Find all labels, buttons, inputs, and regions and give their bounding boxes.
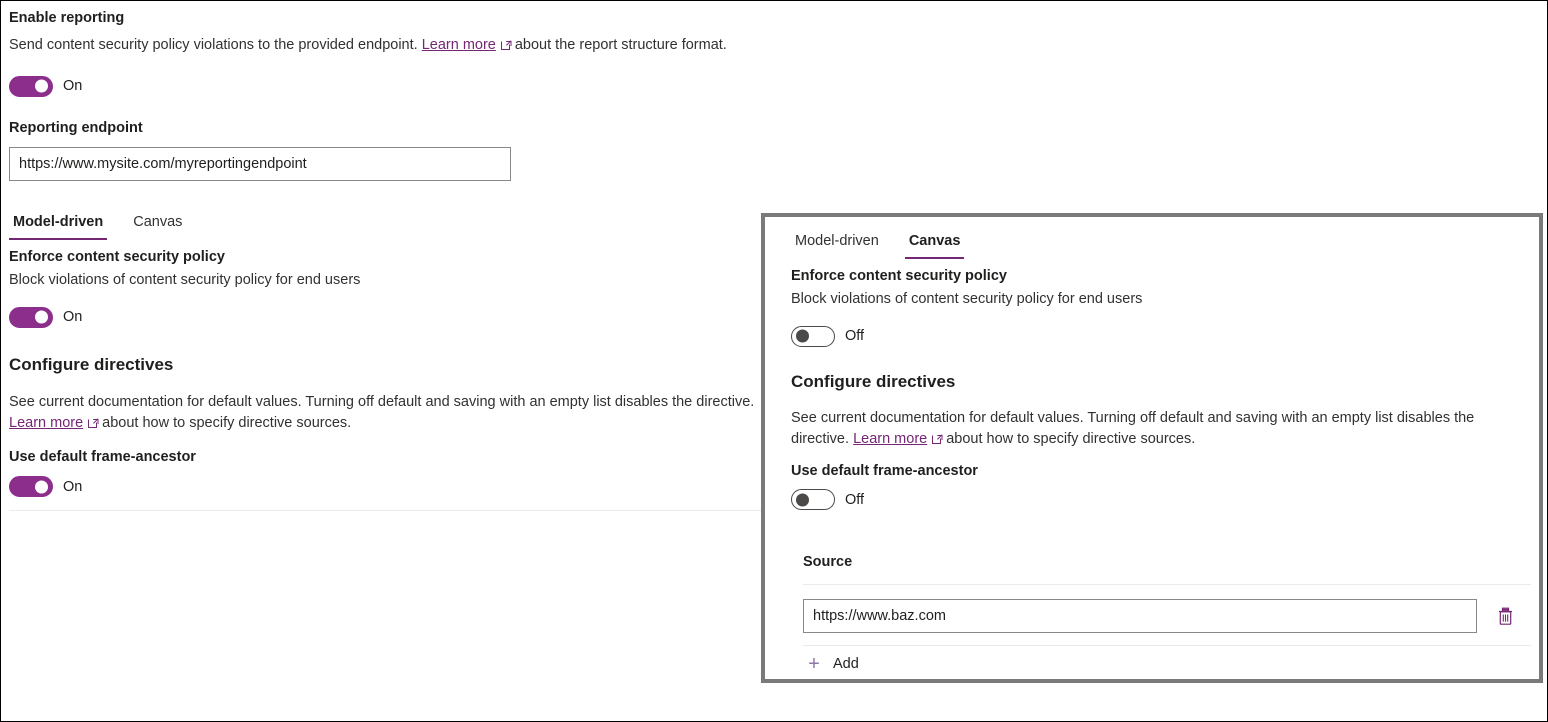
- source-row: [803, 599, 1523, 633]
- base-panel-divider: [9, 510, 773, 511]
- configure-directives-heading: Configure directives: [9, 354, 781, 376]
- tab-model-driven[interactable]: Model-driven: [9, 212, 107, 240]
- overlay-tab-canvas[interactable]: Canvas: [905, 231, 965, 259]
- configure-directives-description: See current documentation for default va…: [9, 392, 761, 434]
- toggle-thumb: [35, 480, 48, 493]
- toggle-thumb: [35, 80, 48, 93]
- overlay-frame-ancestor-toggle-row[interactable]: Off: [791, 489, 1523, 510]
- external-link-icon: [932, 433, 943, 444]
- external-link-icon: [88, 417, 99, 428]
- reporting-endpoint-label: Reporting endpoint: [9, 119, 781, 139]
- canvas-tab-callout-inner: Model-driven Canvas Enforce content secu…: [765, 217, 1539, 679]
- add-source-label: Add: [833, 656, 859, 672]
- overlay-configure-directives-section: Configure directives See current documen…: [791, 371, 1523, 450]
- overlay-enforce-csp-label: Enforce content security policy: [791, 267, 1523, 287]
- overlay-configure-directives-description-part2: about how to specify directive sources.: [946, 431, 1195, 447]
- enforce-csp-description: Block violations of content security pol…: [9, 270, 761, 291]
- learn-more-link-reporting[interactable]: Learn more: [422, 37, 496, 53]
- overlay-tab-model-driven[interactable]: Model-driven: [791, 231, 883, 259]
- csp-settings-base-panel: Enable reporting Send content security p…: [1, 1, 781, 511]
- reporting-endpoint-input[interactable]: [9, 147, 511, 181]
- overlay-enforce-csp-toggle-row[interactable]: Off: [791, 326, 1523, 347]
- enable-reporting-toggle-row[interactable]: On: [9, 76, 781, 97]
- enable-reporting-toggle[interactable]: [9, 76, 53, 97]
- frame-ancestor-toggle-row[interactable]: On: [9, 476, 781, 497]
- overlay-enforce-csp-section: Enforce content security policy Block vi…: [791, 267, 1523, 347]
- enforce-csp-toggle[interactable]: [9, 307, 53, 328]
- frame-ancestor-section: Use default frame-ancestor On: [9, 448, 781, 498]
- enable-reporting-description-part2: about the report structure format.: [515, 37, 727, 53]
- enable-reporting-toggle-state: On: [63, 78, 82, 94]
- overlay-configure-directives-heading: Configure directives: [791, 371, 1523, 393]
- overlay-configure-directives-description: See current documentation for default va…: [791, 408, 1523, 450]
- plus-icon: +: [805, 654, 823, 674]
- overlay-frame-ancestor-toggle-state: Off: [845, 492, 864, 508]
- frame-ancestor-toggle[interactable]: [9, 476, 53, 497]
- toggle-thumb: [796, 493, 809, 506]
- frame-ancestor-toggle-state: On: [63, 479, 82, 495]
- canvas-tab-callout-panel: Model-driven Canvas Enforce content secu…: [761, 213, 1543, 683]
- trash-icon[interactable]: [1491, 602, 1519, 630]
- source-url-input[interactable]: [803, 599, 1477, 633]
- learn-more-link-directives[interactable]: Learn more: [9, 415, 83, 431]
- enforce-csp-section: Enforce content security policy Block vi…: [9, 248, 781, 328]
- source-list-section: Source + Add: [803, 554, 1523, 682]
- toggle-thumb: [796, 330, 809, 343]
- enforce-csp-toggle-state: On: [63, 309, 82, 325]
- enable-reporting-description-part1: Send content security policy violations …: [9, 37, 418, 53]
- frame-ancestor-label: Use default frame-ancestor: [9, 448, 781, 468]
- source-column-header: Source: [803, 554, 1523, 570]
- overlay-learn-more-link-directives[interactable]: Learn more: [853, 431, 927, 447]
- screenshot-root: Enable reporting Send content security p…: [0, 0, 1548, 722]
- toggle-thumb: [35, 311, 48, 324]
- tab-canvas[interactable]: Canvas: [129, 212, 186, 240]
- overlay-enforce-csp-description: Block violations of content security pol…: [791, 289, 1523, 310]
- overlay-enforce-csp-toggle[interactable]: [791, 326, 835, 347]
- source-header-divider: [803, 584, 1531, 585]
- reporting-endpoint-section: Reporting endpoint: [9, 119, 781, 182]
- configure-directives-section: Configure directives See current documen…: [9, 354, 781, 434]
- enable-reporting-section: Enable reporting Send content security p…: [9, 9, 781, 97]
- app-type-tabs: Model-driven Canvas: [9, 212, 781, 240]
- configure-directives-description-part2: about how to specify directive sources.: [102, 415, 351, 431]
- overlay-app-type-tabs: Model-driven Canvas: [791, 231, 1523, 259]
- overlay-frame-ancestor-section: Use default frame-ancestor Off: [791, 462, 1523, 511]
- configure-directives-description-part1: See current documentation for default va…: [9, 394, 754, 410]
- enable-reporting-label: Enable reporting: [9, 9, 781, 29]
- enforce-csp-label: Enforce content security policy: [9, 248, 781, 268]
- overlay-frame-ancestor-label: Use default frame-ancestor: [791, 462, 1523, 482]
- enable-reporting-description: Send content security policy violations …: [9, 35, 761, 56]
- enforce-csp-toggle-row[interactable]: On: [9, 307, 781, 328]
- overlay-enforce-csp-toggle-state: Off: [845, 328, 864, 344]
- add-source-button[interactable]: + Add: [803, 646, 1523, 682]
- overlay-frame-ancestor-toggle[interactable]: [791, 489, 835, 510]
- external-link-icon: [501, 39, 512, 50]
